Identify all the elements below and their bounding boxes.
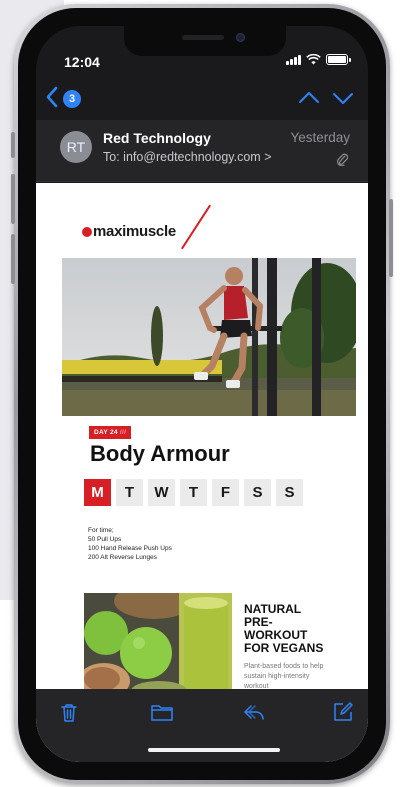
promo-sub-line: sustain high-intensity xyxy=(244,673,310,680)
notch xyxy=(124,26,286,56)
message-date: Yesterday xyxy=(290,130,350,145)
weekday-row: M T W T F S S xyxy=(84,479,303,506)
power-button xyxy=(389,199,393,277)
logo-slash-decoration xyxy=(181,204,211,250)
signal-icon xyxy=(286,54,301,65)
day-badge-suffix: /// xyxy=(119,429,127,436)
workout-line: 50 Pull Ups xyxy=(88,536,122,543)
workout-line: For time; xyxy=(88,527,114,534)
trash-button[interactable] xyxy=(58,701,80,723)
to-label: To: xyxy=(103,150,120,164)
reply-icon xyxy=(244,705,264,720)
logo-mark-icon xyxy=(82,227,92,237)
reply-button[interactable] xyxy=(242,701,264,723)
athlete-photo xyxy=(62,258,356,416)
screen: 12:04 3 RT Red Technology To: info@redte… xyxy=(36,26,368,762)
status-time: 12:04 xyxy=(64,54,100,70)
sender-avatar[interactable]: RT xyxy=(60,131,92,163)
move-to-folder-button[interactable] xyxy=(150,701,173,723)
sender-name[interactable]: Red Technology xyxy=(103,130,211,146)
promo-image[interactable] xyxy=(84,593,232,698)
recipient-address: info@redtechnology.com xyxy=(123,150,261,164)
weekday-friday: F xyxy=(212,479,239,506)
workout-details: For time; 50 Pull Ups 100 Hand Release P… xyxy=(88,526,172,562)
previous-message-button[interactable] xyxy=(298,88,320,108)
home-indicator[interactable] xyxy=(148,748,280,752)
weekday-wednesday: W xyxy=(148,479,175,506)
email-body: maximuscle DAY 24 /// Body Armour M T W … xyxy=(36,183,368,762)
wifi-icon xyxy=(306,54,321,65)
chevron-up-icon xyxy=(299,92,319,103)
promo-title-line: FOR VEGANS xyxy=(244,641,324,655)
logo-text: maximuscle xyxy=(93,223,176,240)
promo-description: Plant-based foods to help sustain high-i… xyxy=(244,662,323,692)
status-icons xyxy=(286,54,351,65)
compose-icon xyxy=(334,702,353,721)
chevron-down-icon xyxy=(333,93,353,104)
weekday-saturday: S xyxy=(244,479,271,506)
workout-line: 100 Hand Release Push Ups xyxy=(88,545,172,552)
chevron-left-icon xyxy=(46,86,58,108)
battery-icon xyxy=(326,54,351,65)
workout-line: 200 Alt Reverse Lunges xyxy=(88,554,158,561)
folder-icon xyxy=(151,705,173,721)
camera xyxy=(236,33,245,42)
weekday-tuesday: T xyxy=(116,479,143,506)
trash-icon xyxy=(61,704,77,722)
workout-title: Body Armour xyxy=(90,441,230,466)
weekday-thursday: T xyxy=(180,479,207,506)
day-badge-text: DAY 24 xyxy=(94,429,118,436)
weekday-monday: M xyxy=(84,479,111,506)
apples-smoothie-photo xyxy=(84,593,232,698)
phone-frame: 12:04 3 RT Red Technology To: info@redte… xyxy=(11,4,393,784)
volume-down-button xyxy=(11,234,15,284)
mute-switch xyxy=(11,132,15,158)
mail-header: RT Red Technology To: info@redtechnology… xyxy=(36,120,368,182)
compose-button[interactable] xyxy=(332,701,354,723)
day-badge: DAY 24/// xyxy=(89,426,132,439)
back-button[interactable] xyxy=(46,86,58,112)
next-message-button[interactable] xyxy=(332,88,354,108)
brand-logo[interactable]: maximuscle xyxy=(82,223,176,240)
recipient-line[interactable]: To: info@redtechnology.com > xyxy=(103,150,272,164)
unread-count-badge[interactable]: 3 xyxy=(63,90,81,108)
speaker xyxy=(182,35,224,40)
volume-up-button xyxy=(11,174,15,224)
attachment-icon xyxy=(337,153,348,166)
recipient-chevron: > xyxy=(264,150,272,164)
weekday-sunday: S xyxy=(276,479,303,506)
hero-image[interactable] xyxy=(62,258,356,416)
promo-sub-line: Plant-based foods to help xyxy=(244,663,324,670)
promo-title[interactable]: NATURAL PRE- WORKOUT FOR VEGANS xyxy=(244,603,323,655)
bottom-toolbar xyxy=(36,689,368,762)
